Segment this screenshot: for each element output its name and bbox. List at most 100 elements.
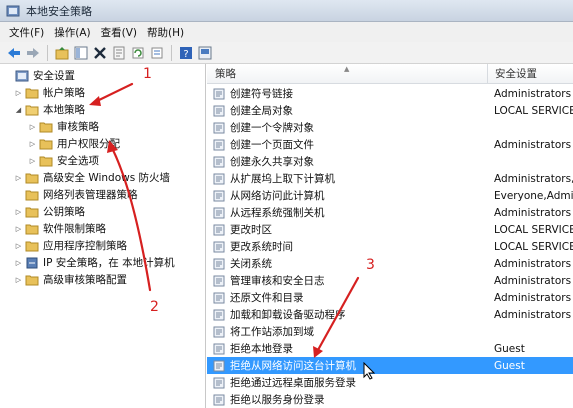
menu-view[interactable]: 查看(V): [96, 25, 142, 40]
tree-item-advanced-audit[interactable]: ▷ 高级审核策略配置: [14, 271, 127, 288]
policy-icon: [213, 309, 225, 320]
table-row[interactable]: 更改系统时间 LOCAL SERVICE: [207, 238, 573, 255]
policy-icon: [213, 105, 225, 116]
policy-icon: [213, 343, 225, 354]
policy-setting: Guest: [494, 342, 525, 355]
table-row[interactable]: 关闭系统 Administrators: [207, 255, 573, 272]
table-row[interactable]: 创建符号链接 Administrators: [207, 85, 573, 102]
tree-item-security-options[interactable]: ▷ 安全选项: [28, 152, 99, 169]
policy-setting: Administrators: [494, 308, 572, 321]
delete-icon[interactable]: [92, 45, 108, 61]
up-icon[interactable]: [54, 45, 70, 61]
tree-twisty[interactable]: ▷: [14, 259, 23, 267]
tree-item-network-list-manager[interactable]: 网络列表管理器策略: [14, 186, 138, 203]
console-icon[interactable]: [197, 45, 213, 61]
table-row-selected[interactable]: 拒绝从网络访问这台计算机 Guest: [207, 357, 573, 374]
back-icon[interactable]: [6, 45, 22, 61]
folder-icon: [25, 207, 39, 217]
folder-icon: [25, 224, 39, 234]
mouse-cursor-icon: [363, 362, 375, 380]
menu-file[interactable]: 文件(F): [4, 25, 49, 40]
column-security-setting[interactable]: 安全设置: [487, 64, 573, 84]
table-row[interactable]: 拒绝通过远程桌面服务登录: [207, 374, 573, 391]
toolbar: ?: [0, 42, 573, 64]
tree-twisty[interactable]: ▷: [14, 89, 23, 97]
table-row[interactable]: 还原文件和目录 Administrators: [207, 289, 573, 306]
svg-text:?: ?: [183, 49, 188, 60]
tree-twisty[interactable]: ▷: [14, 242, 23, 250]
policy-name: 拒绝本地登录: [230, 343, 293, 355]
menu-help[interactable]: 帮助(H): [142, 25, 189, 40]
policy-setting: LOCAL SERVICE: [494, 104, 573, 117]
tree-twisty[interactable]: ▷: [28, 157, 37, 165]
tree-item-security-settings[interactable]: 安全设置: [4, 67, 75, 84]
policy-setting: Administrators: [494, 87, 572, 100]
table-row[interactable]: 创建全局对象 LOCAL SERVICE: [207, 102, 573, 119]
table-row[interactable]: 从扩展坞上取下计算机 Administrators,U: [207, 170, 573, 187]
tree-item-application-control[interactable]: ▷ 应用程序控制策略: [14, 237, 127, 254]
policy-setting: Guest: [494, 359, 525, 372]
policy-name: 从远程系统强制关机: [230, 207, 325, 219]
policy-setting: Administrators,U: [494, 172, 573, 185]
tree-twisty[interactable]: ▷: [14, 225, 23, 233]
table-row[interactable]: 创建一个页面文件 Administrators: [207, 136, 573, 153]
tree-item-label: 公钥策略: [43, 206, 85, 218]
tree-item-public-key-policies[interactable]: ▷ 公钥策略: [14, 203, 85, 220]
policy-name: 更改时区: [230, 224, 272, 236]
help-icon[interactable]: ?: [178, 45, 194, 61]
show-hide-icon[interactable]: [73, 45, 89, 61]
policy-name: 拒绝以服务身份登录: [230, 394, 325, 406]
table-row[interactable]: 创建永久共享对象: [207, 153, 573, 170]
folder-open-icon: [25, 105, 39, 115]
refresh-icon[interactable]: [130, 45, 146, 61]
table-row[interactable]: 将工作站添加到域: [207, 323, 573, 340]
export-icon[interactable]: [149, 45, 165, 61]
forward-icon[interactable]: [25, 45, 41, 61]
properties-icon[interactable]: [111, 45, 127, 61]
toolbar-separator: [47, 44, 48, 61]
tree-item-label: 软件限制策略: [43, 223, 106, 235]
folder-icon: [25, 88, 39, 98]
security-settings-icon: [15, 70, 29, 81]
tree-item-label: 高级审核策略配置: [43, 274, 127, 286]
policy-icon: [213, 394, 225, 405]
menu-action[interactable]: 操作(A): [49, 25, 95, 40]
annotation-number-1: 1: [143, 66, 152, 82]
tree-item-label: 安全选项: [57, 155, 99, 167]
tree-item-audit-policy[interactable]: ▷ 审核策略: [28, 118, 99, 135]
folder-icon: [39, 122, 53, 132]
table-row[interactable]: 更改时区 LOCAL SERVICE: [207, 221, 573, 238]
table-row[interactable]: 拒绝本地登录 Guest: [207, 340, 573, 357]
policy-icon: [213, 258, 225, 269]
table-row[interactable]: 从远程系统强制关机 Administrators: [207, 204, 573, 221]
sort-ascending-icon: ▲: [344, 65, 350, 73]
policy-icon: [213, 88, 225, 99]
tree-twisty[interactable]: ▷: [14, 174, 23, 182]
folder-icon: [25, 241, 39, 251]
tree-twisty[interactable]: ▷: [14, 276, 23, 284]
table-row[interactable]: 加载和卸载设备驱动程序 Administrators: [207, 306, 573, 323]
policy-icon: [213, 224, 225, 235]
tree-item-windows-firewall[interactable]: ▷ 高级安全 Windows 防火墙: [14, 169, 170, 186]
tree-item-account-policies[interactable]: ▷ 帐户策略: [14, 84, 85, 101]
table-row[interactable]: 拒绝以服务身份登录: [207, 391, 573, 408]
tree-twisty[interactable]: ▷: [28, 140, 37, 148]
tree-item-software-restriction[interactable]: ▷ 软件限制策略: [14, 220, 106, 237]
tree-item-ip-security[interactable]: ▷ IP 安全策略，在 本地计算机: [14, 254, 175, 271]
table-row[interactable]: 管理审核和安全日志 Administrators: [207, 272, 573, 289]
annotation-number-2: 2: [150, 299, 159, 315]
table-row[interactable]: 创建一个令牌对象: [207, 119, 573, 136]
policy-setting: Administrators: [494, 206, 572, 219]
policy-name: 创建永久共享对象: [230, 156, 314, 168]
policy-name: 关闭系统: [230, 258, 272, 270]
tree-item-user-rights-assignment[interactable]: ▷ 用户权限分配: [28, 135, 120, 152]
policy-name: 将工作站添加到域: [230, 326, 314, 338]
policy-name: 创建一个令牌对象: [230, 122, 314, 134]
tree-item-local-policies[interactable]: ◢ 本地策略: [14, 101, 85, 118]
policy-setting: Administrators: [494, 257, 572, 270]
tree-twisty[interactable]: ▷: [28, 123, 37, 131]
table-row[interactable]: 从网络访问此计算机 Everyone,Admin: [207, 187, 573, 204]
tree-twisty[interactable]: ◢: [14, 106, 23, 114]
tree-twisty[interactable]: ▷: [14, 208, 23, 216]
folder-icon: [25, 190, 39, 200]
